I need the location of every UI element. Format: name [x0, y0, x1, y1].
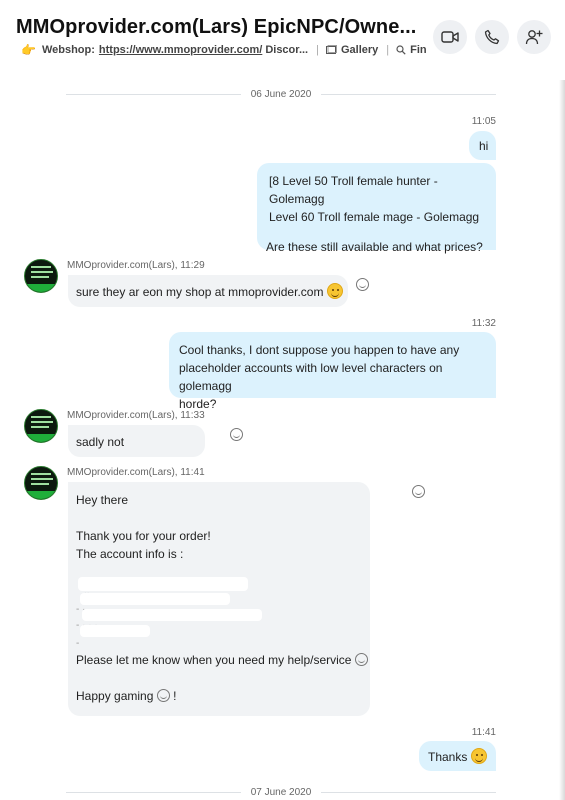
outgoing-message[interactable]: [8 Level 50 Troll female hunter - Golema… [257, 163, 496, 254]
divider: | [316, 44, 319, 56]
message-timestamp: 11:32 [471, 318, 496, 329]
divider: | [386, 44, 390, 56]
add-reaction-icon[interactable] [356, 278, 369, 291]
message-timestamp: 11:41 [471, 727, 496, 738]
audio-call-button[interactable] [475, 20, 509, 54]
message-text: sure they ar eon my shop at mmoprovider.… [76, 285, 324, 299]
find-label: Find [410, 44, 426, 56]
message-text: The account info is : [76, 547, 184, 561]
smile-emoji-icon [156, 689, 170, 702]
message-text: Thank you for your order! [76, 529, 211, 543]
message-text: Are these still available and what price… [266, 240, 483, 254]
incoming-message[interactable]: sadly not [68, 425, 205, 457]
avatar[interactable] [24, 259, 58, 293]
sender-info: MMOprovider.com(Lars), 11:29 [67, 260, 205, 271]
chat-title[interactable]: MMOprovider.com(Lars) EpicNPC/Owne... [16, 16, 426, 39]
incoming-message[interactable]: sure they ar eon my shop at mmoprovider.… [68, 275, 348, 307]
message-text: Happy gaming ! [76, 689, 177, 703]
message-text: sadly not [76, 435, 125, 449]
date-separator: 06 June 2020 [66, 89, 496, 100]
message-text: Thanks [428, 750, 468, 764]
chat-header: MMOprovider.com(Lars) EpicNPC/Owne... 👉 … [0, 0, 565, 80]
date-separator: 07 June 2020 [66, 787, 496, 798]
find-tab[interactable]: Find [396, 44, 426, 56]
chat-subtitle: 👉 Webshop: https://www.mmoprovider.com/ … [16, 43, 426, 57]
smile-emoji-icon [470, 748, 487, 764]
search-icon [396, 45, 406, 55]
sender-info: MMOprovider.com(Lars), 11:41 [67, 467, 205, 478]
webshop-link[interactable]: https://www.mmoprovider.com/ [99, 44, 262, 56]
mood-label: Webshop: [41, 44, 95, 56]
gallery-icon [325, 45, 337, 54]
message-text: Cool thanks, I dont suppose you happen t… [179, 343, 460, 357]
redacted-account-info: .. - · - · · · - [76, 563, 370, 651]
message-text: Level 60 Troll female mage - Golemagg [269, 210, 480, 224]
outgoing-message[interactable]: Thanks [419, 741, 496, 771]
add-person-icon [525, 30, 543, 45]
message-text: [8 Level 50 Troll female hunter - Golema… [269, 174, 438, 206]
incoming-message[interactable]: Hey there Thank you for your order! The … [68, 482, 370, 716]
phone-icon [484, 29, 500, 45]
message-text: horde? [179, 397, 217, 411]
add-people-button[interactable] [517, 20, 551, 54]
scroll-edge [559, 80, 565, 800]
sender-info: MMOprovider.com(Lars), 11:33 [67, 410, 205, 421]
outgoing-message[interactable]: Cool thanks, I dont suppose you happen t… [169, 332, 496, 411]
date-label: 06 June 2020 [250, 89, 312, 100]
gallery-label: Gallery [340, 44, 379, 56]
outgoing-message[interactable]: hi [469, 131, 496, 160]
pointing-hand-icon: 👉 [21, 43, 36, 57]
date-label: 07 June 2020 [250, 787, 312, 798]
message-text: Hey there [76, 493, 129, 507]
smile-emoji-icon [326, 283, 343, 299]
avatar[interactable] [24, 409, 58, 443]
message-text: placeholder accounts with low level char… [179, 361, 443, 393]
message-timestamp: 11:05 [471, 116, 496, 127]
add-reaction-icon[interactable] [411, 485, 425, 498]
add-reaction-icon[interactable] [230, 428, 244, 441]
message-text: Please let me know when you need my help… [76, 651, 370, 669]
video-camera-icon [441, 31, 459, 43]
gallery-tab[interactable]: Gallery [325, 44, 379, 56]
avatar[interactable] [24, 466, 58, 500]
smile-emoji-icon [354, 653, 368, 666]
mood-rest-text: Discor... [265, 44, 309, 56]
video-call-button[interactable] [433, 20, 467, 54]
message-text: hi [479, 139, 489, 153]
